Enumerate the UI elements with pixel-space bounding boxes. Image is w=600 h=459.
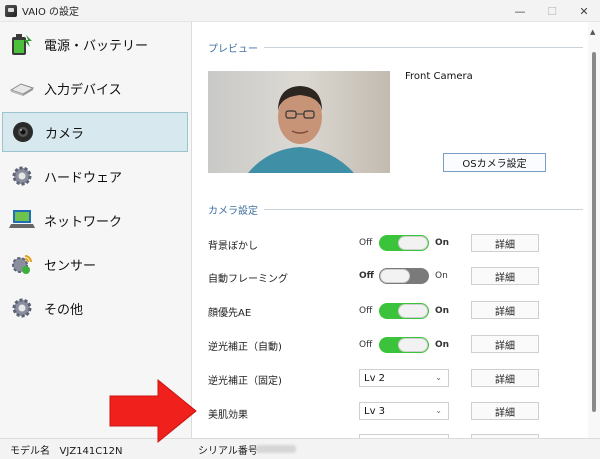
sensor-icon — [8, 250, 36, 278]
chevron-down-icon: ⌄ — [435, 406, 442, 415]
sidebar-item-hardware[interactable]: ハードウェア — [2, 156, 188, 196]
chevron-down-icon: ⌄ — [435, 373, 442, 382]
sidebar-item-label: ネットワーク — [44, 214, 123, 230]
backlight-fixed-detail-button[interactable]: 詳細 — [471, 369, 539, 387]
on-label: On — [435, 238, 450, 248]
sidebar-item-label: 入力デバイス — [44, 82, 122, 98]
backlight-auto-toggle[interactable] — [379, 337, 429, 353]
section-title: カメラ設定 — [208, 206, 258, 217]
sidebar-item-label: その他 — [44, 302, 84, 318]
background-blur-toggle-group: Off On — [359, 235, 449, 251]
sidebar-item-sensor[interactable]: センサー — [2, 244, 188, 284]
skin-beautify-select[interactable]: Lv 3 ⌄ — [359, 402, 449, 420]
sidebar-item-network[interactable]: ネットワーク — [2, 200, 188, 240]
camera-icon — [9, 118, 37, 146]
scroll-up-icon[interactable]: ▲ — [590, 28, 595, 36]
face-priority-ae-detail-button[interactable]: 詳細 — [471, 301, 539, 319]
off-label: Off — [359, 271, 374, 281]
face-priority-ae-toggle[interactable] — [379, 303, 429, 319]
sidebar-item-label: ハードウェア — [44, 170, 123, 186]
status-bar: モデル名 VJZ141C12N シリアル番号 — [0, 438, 600, 459]
close-button[interactable]: ✕ — [568, 0, 600, 22]
camera-name-label: Front Camera — [405, 71, 473, 82]
model-label: モデル名 — [10, 445, 50, 457]
keyboard-icon — [8, 74, 36, 102]
on-label: On — [435, 340, 450, 350]
off-label: Off — [359, 340, 373, 350]
scroll-thumb[interactable] — [592, 52, 596, 412]
sidebar-item-power[interactable]: 電源・バッテリー — [2, 24, 188, 64]
sidebar-item-other[interactable]: その他 — [2, 288, 188, 328]
toggle-knob — [398, 304, 428, 318]
minimize-button[interactable]: — — [504, 0, 536, 22]
auto-framing-toggle[interactable] — [379, 268, 429, 284]
section-title: プレビュー — [208, 44, 258, 55]
app-icon — [5, 4, 17, 17]
title-bar: VAIO の設定 — ☐ ✕ — [0, 0, 600, 22]
toggle-knob — [398, 236, 428, 250]
face-priority-ae-label: 顔優先AE — [208, 308, 252, 319]
network-icon — [8, 206, 36, 234]
backlight-auto-toggle-group: Off On — [359, 337, 449, 353]
sidebar-item-label: 電源・バッテリー — [44, 38, 149, 54]
battery-icon — [8, 30, 36, 58]
sidebar-item-input-devices[interactable]: 入力デバイス — [2, 68, 188, 108]
auto-framing-toggle-group: Off On — [359, 268, 448, 284]
backlight-fixed-select[interactable]: Lv 2 ⌄ — [359, 369, 449, 387]
off-label: Off — [359, 306, 373, 316]
annotation-arrow-icon — [109, 378, 197, 444]
divider — [264, 47, 583, 48]
skin-beautify-detail-button[interactable]: 詳細 — [471, 402, 539, 420]
sidebar: 電源・バッテリー 入力デバイス カメラ ハードウェア ネットワーク センサー そ… — [0, 22, 192, 438]
select-value: Lv 3 — [364, 405, 386, 417]
backlight-fixed-label: 逆光補正（固定) — [208, 376, 282, 387]
off-label: Off — [359, 238, 373, 248]
window-title: VAIO の設定 — [22, 7, 80, 18]
main-panel: プレビュー Front Camera OSカメラ設定 カメラ設定 背景ぼかし O… — [193, 22, 588, 440]
select-value: Lv 2 — [364, 372, 386, 384]
toggle-knob — [380, 269, 410, 283]
preview-section-header: プレビュー — [208, 40, 583, 55]
backlight-auto-label: 逆光補正（自動) — [208, 342, 282, 353]
sidebar-item-label: センサー — [44, 258, 97, 274]
gear-icon — [8, 162, 36, 190]
camera-settings-section-header: カメラ設定 — [208, 202, 583, 217]
auto-framing-detail-button[interactable]: 詳細 — [471, 267, 539, 285]
scrollbar[interactable]: ▲ — [588, 22, 600, 438]
sidebar-item-label: カメラ — [45, 126, 85, 142]
os-camera-settings-button[interactable]: OSカメラ設定 — [443, 153, 546, 172]
background-blur-detail-button[interactable]: 詳細 — [471, 234, 539, 252]
settings-icon — [8, 294, 36, 322]
divider — [264, 209, 583, 210]
serial-label: シリアル番号 — [198, 445, 258, 457]
on-label: On — [435, 306, 450, 316]
toggle-knob — [398, 338, 428, 352]
window-controls: — ☐ ✕ — [504, 0, 600, 22]
model-info: モデル名 VJZ141C12N — [10, 442, 122, 457]
skin-beautify-label: 美肌効果 — [208, 410, 248, 421]
backlight-auto-detail-button[interactable]: 詳細 — [471, 335, 539, 353]
face-priority-ae-toggle-group: Off On — [359, 303, 449, 319]
on-label: On — [435, 271, 448, 281]
model-value: VJZ141C12N — [59, 445, 123, 457]
maximize-button[interactable]: ☐ — [536, 0, 568, 22]
serial-value-redacted — [256, 445, 296, 453]
background-blur-toggle[interactable] — [379, 235, 429, 251]
auto-framing-label: 自動フレーミング — [208, 274, 288, 285]
sidebar-item-camera[interactable]: カメラ — [2, 112, 188, 152]
background-blur-label: 背景ぼかし — [208, 241, 258, 252]
camera-preview-image — [208, 71, 390, 173]
